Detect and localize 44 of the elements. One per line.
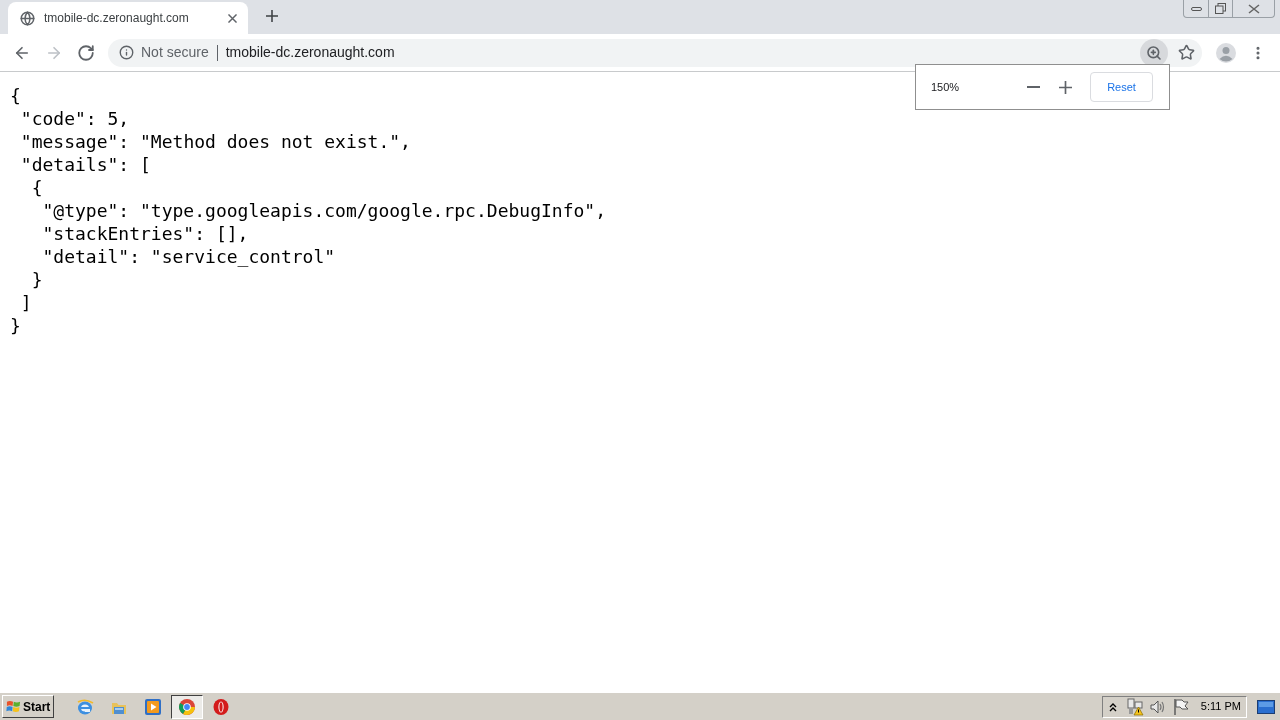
reload-icon bbox=[77, 43, 95, 62]
round-logo-icon bbox=[178, 697, 196, 716]
network-warning-icon[interactable] bbox=[1126, 697, 1144, 716]
globe-icon bbox=[20, 10, 35, 26]
windows-flag-icon bbox=[6, 699, 21, 714]
taskbar-app-button[interactable] bbox=[171, 694, 203, 719]
json-line: "code": 5, bbox=[20, 107, 130, 130]
plus-icon bbox=[1058, 80, 1072, 94]
reset-button[interactable]: Reset bbox=[1090, 72, 1153, 102]
zoom-in-icon bbox=[1146, 44, 1162, 61]
minimize-icon bbox=[1190, 6, 1202, 11]
star-icon bbox=[1177, 44, 1195, 61]
security-label: Not secure bbox=[141, 43, 209, 62]
e-logo-icon bbox=[76, 697, 94, 716]
json-line: { bbox=[31, 176, 43, 199]
tab-title: tmobile-dc.zeronaught.com bbox=[44, 10, 189, 27]
desktop-icon bbox=[1257, 699, 1275, 714]
info-icon bbox=[119, 45, 134, 60]
zoom-button[interactable] bbox=[1140, 38, 1168, 67]
media-player-icon bbox=[144, 697, 162, 716]
minus-icon bbox=[1026, 86, 1040, 88]
o-logo-icon bbox=[212, 697, 230, 716]
url-text: tmobile-dc.zeronaught.com bbox=[225, 43, 395, 62]
restore-icon bbox=[1215, 3, 1226, 14]
plus-icon bbox=[266, 10, 278, 22]
browser-tab[interactable]: tmobile-dc.zeronaught.com bbox=[8, 2, 248, 34]
close-icon bbox=[1247, 3, 1260, 14]
json-line: "detail": "service_control" bbox=[42, 245, 336, 268]
chevron-up-icon[interactable] bbox=[1109, 701, 1117, 712]
start-button[interactable]: Start bbox=[2, 695, 54, 718]
json-line: "stackEntries": [], bbox=[42, 222, 249, 245]
json-line: ] bbox=[20, 291, 32, 314]
close-icon bbox=[227, 13, 237, 23]
json-line: "@type": "type.googleapis.com/google.rpc.DebugInfo", bbox=[42, 199, 606, 222]
json-line: { bbox=[10, 84, 21, 107]
zoom-level: 150% bbox=[931, 79, 960, 95]
address-bar[interactable]: Not secure tmobile-dc.zeronaught.com bbox=[108, 38, 1202, 67]
json-line: "message": "Method does not exist.", bbox=[20, 130, 411, 153]
json-line: } bbox=[31, 268, 43, 291]
json-line: "details": [ bbox=[20, 153, 151, 176]
flag-icon[interactable] bbox=[1173, 697, 1189, 716]
json-line: } bbox=[10, 314, 21, 337]
avatar-icon bbox=[1216, 42, 1236, 63]
clock-time[interactable]: 5:11 PM bbox=[1200, 698, 1241, 715]
